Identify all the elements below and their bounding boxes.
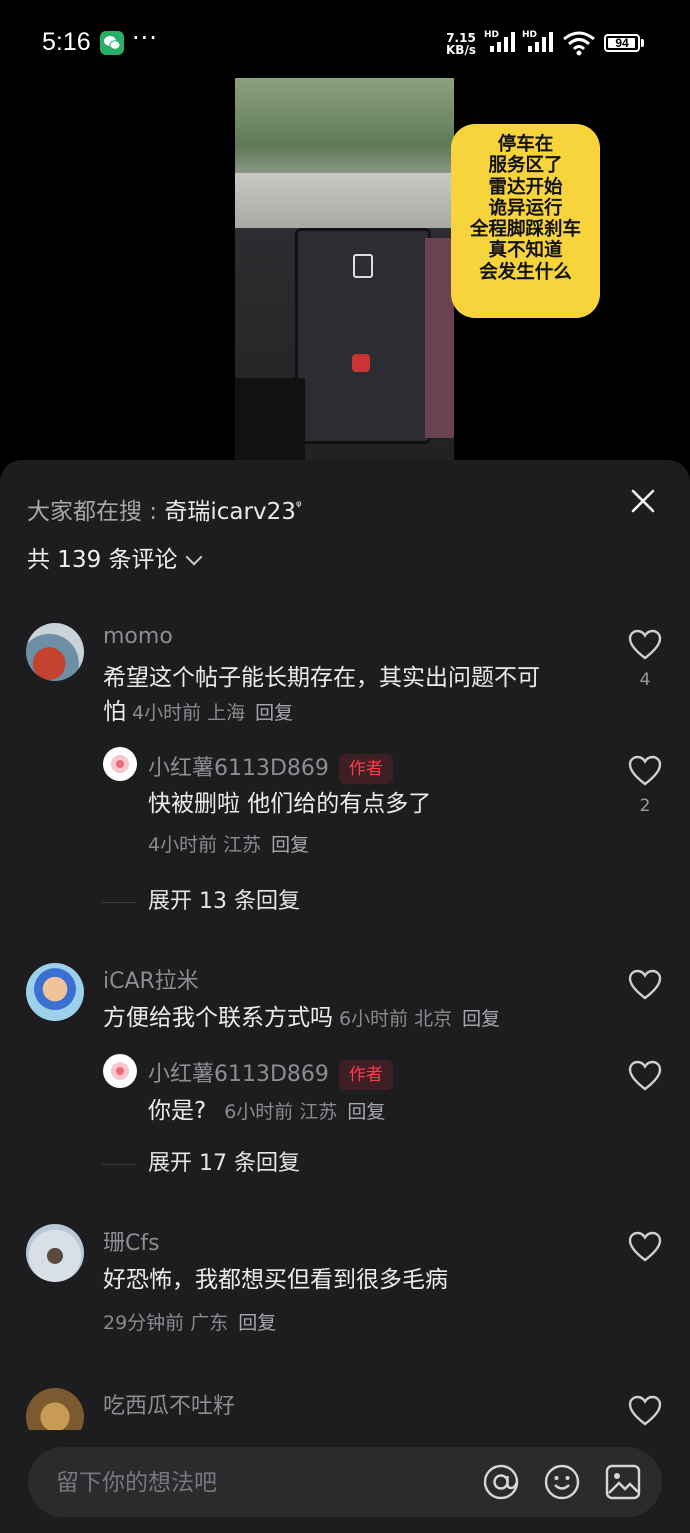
reply-meta: 4小时前 江苏 回复 <box>148 834 310 856</box>
image-icon[interactable] <box>604 1463 642 1501</box>
comment-meta: 29分钟前 广东 回复 <box>103 1312 277 1334</box>
clock: 5:16 <box>42 28 91 56</box>
reply-username[interactable]: 小红薯6113D869 作者 <box>148 1056 393 1090</box>
comment-username[interactable]: 珊Cfs <box>103 1225 160 1257</box>
reply-text[interactable]: 你是? 6小时前 江苏 回复 <box>148 1094 385 1129</box>
comment-input[interactable] <box>54 1463 458 1503</box>
comment-meta: 4小时前 上海 回复 <box>132 702 294 724</box>
like-count: 2 <box>639 796 651 816</box>
comment-count[interactable]: 共 139 条评论 <box>27 540 203 574</box>
comment-sheet: 大家都在搜 : 奇瑞icarv23ᵠ 共 139 条评论 momo 希望这个帖子… <box>0 460 690 1533</box>
comment-username[interactable]: momo <box>103 624 173 649</box>
video-thumbnail[interactable] <box>235 78 454 460</box>
reply-text[interactable]: 快被删啦 他们给的有点多了 <box>148 787 431 821</box>
reply-button[interactable]: 回复 <box>238 1312 276 1334</box>
signal-icon <box>490 32 515 52</box>
comment-text[interactable]: 方便给我个联系方式吗 6小时前 北京 回复 <box>103 1001 500 1036</box>
author-avatar[interactable] <box>103 1054 137 1088</box>
comment-input-container[interactable] <box>28 1447 662 1517</box>
comment-text[interactable]: 好恐怖，我都想买但看到很多毛病 <box>103 1263 448 1297</box>
reply-username[interactable]: 小红薯6113D869 作者 <box>148 750 393 784</box>
comment-meta: 6小时前 北京 回复 <box>339 1008 501 1030</box>
avatar[interactable] <box>26 963 84 1021</box>
author-avatar[interactable] <box>103 747 137 781</box>
battery-icon: 94 <box>604 34 640 52</box>
chevron-down-icon <box>185 548 203 566</box>
author-badge: 作者 <box>338 754 393 784</box>
close-icon[interactable] <box>626 484 660 518</box>
mention-icon[interactable] <box>482 1463 520 1501</box>
like-count: 4 <box>639 670 651 690</box>
reply-button[interactable]: 回复 <box>462 1008 500 1030</box>
comment-text-cont[interactable]: 怕 4小时前 上海 回复 <box>103 695 293 730</box>
more-dots-icon: ··· <box>132 24 158 52</box>
network-speed: 7.15 KB/s <box>446 31 476 57</box>
comment-username[interactable]: 吃西瓜不吐籽 <box>103 1388 235 1420</box>
reply-button[interactable]: 回复 <box>271 834 309 856</box>
avatar[interactable] <box>26 1224 84 1282</box>
search-icon: ᵠ <box>295 498 302 515</box>
heart-icon[interactable] <box>628 629 662 661</box>
expand-replies-button[interactable]: 展开 17 条回复 <box>102 1145 300 1177</box>
comment-text[interactable]: 希望这个帖子能长期存在，其实出问题不可 <box>103 661 540 695</box>
heart-icon[interactable] <box>628 969 662 1001</box>
comment-input-bar <box>0 1430 690 1533</box>
trending-search[interactable]: 大家都在搜 : 奇瑞icarv23ᵠ <box>27 492 302 526</box>
avatar[interactable] <box>26 623 84 681</box>
wifi-icon <box>563 31 595 56</box>
expand-replies-button[interactable]: 展开 13 条回复 <box>102 883 300 915</box>
video-caption: 停车在 服务区了 雷达开始 诡异运行 全程脚踩刹车 真不知道 会发生什么 <box>451 124 600 318</box>
author-badge: 作者 <box>338 1060 393 1090</box>
heart-icon[interactable] <box>628 755 662 787</box>
comment-username[interactable]: iCAR拉米 <box>103 963 199 995</box>
reply-meta: 6小时前 江苏 回复 <box>224 1101 386 1123</box>
signal-icon-2 <box>528 32 553 52</box>
heart-icon[interactable] <box>628 1231 662 1263</box>
wechat-icon <box>100 31 124 55</box>
reply-button[interactable]: 回复 <box>255 702 293 724</box>
status-bar: 5:16 ··· 7.15 KB/s HD HD 94 <box>0 0 690 88</box>
heart-icon[interactable] <box>628 1395 662 1427</box>
search-keyword[interactable]: 奇瑞icarv23 <box>164 499 295 525</box>
heart-icon[interactable] <box>628 1060 662 1092</box>
emoji-icon[interactable] <box>543 1463 581 1501</box>
reply-button[interactable]: 回复 <box>347 1101 385 1123</box>
